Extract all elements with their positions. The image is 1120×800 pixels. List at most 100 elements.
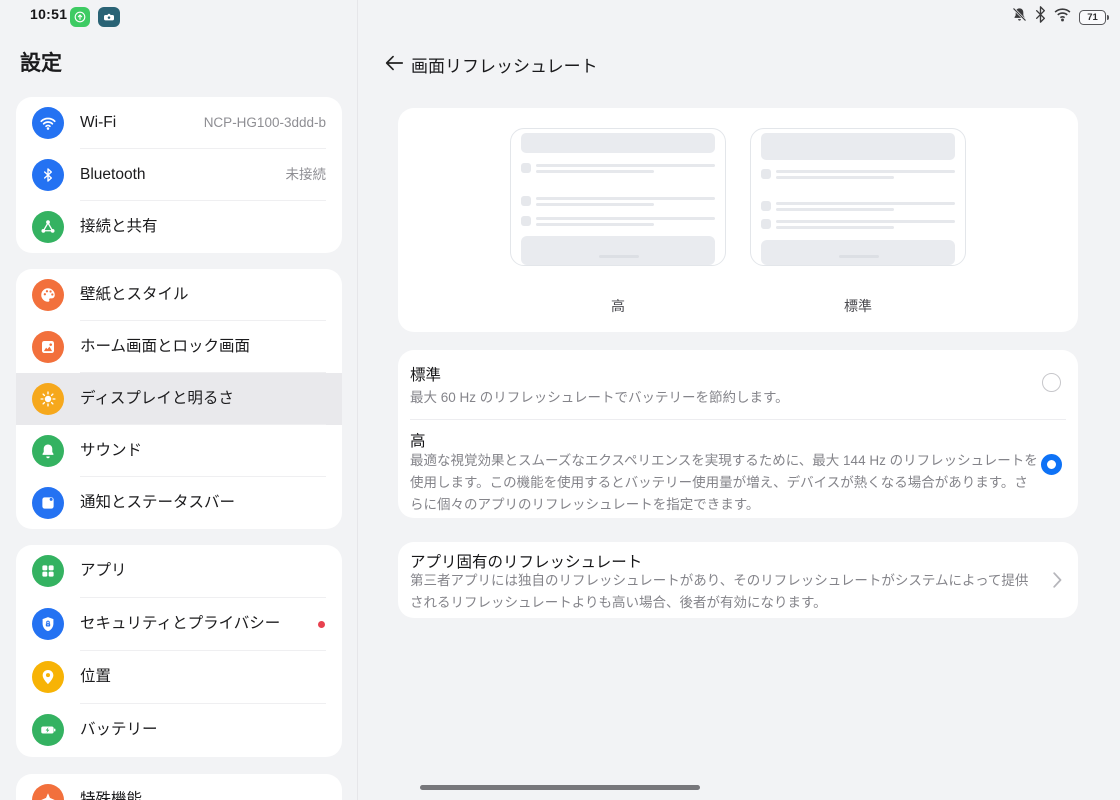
preview-high-label: 高 [611,298,625,314]
update-badge-icon [70,7,90,27]
preview-skeleton-line [776,226,894,229]
chevron-right-icon [1053,572,1062,593]
option-standard-description: 最大 60 Hz のリフレッシュレートでバッテリーを節約します。 [410,390,789,405]
preview-skeleton-line [776,220,955,223]
sidebar-item-battery[interactable]: バッテリー [16,704,342,757]
radio-standard[interactable] [1042,373,1061,392]
notification-dot [318,620,325,628]
preview-skeleton-footer [521,236,715,265]
preview-skeleton-line [536,223,654,226]
sidebar-item-label: サウンド [80,442,143,459]
preview-skeleton-line [536,203,654,206]
sidebar-item-location[interactable]: 位置 [16,651,342,704]
battery-icon [32,714,64,746]
sidebar-item-apps[interactable]: アプリ [16,545,342,598]
special-features-icon [32,784,64,800]
sidebar-item-label: 壁紙とスタイル [80,286,189,303]
sidebar-item-home-lock-screen[interactable]: ホーム画面とロック画面 [16,321,342,373]
preview-skeleton-line [776,208,894,211]
sidebar-item-label: Wi-Fi [80,114,117,131]
share-icon [32,211,64,243]
preview-skeleton-gesture [599,255,639,258]
sidebar-item-label: 特殊機能 [80,791,143,800]
status-time: 10:51 [30,6,68,22]
sidebar-item-connect-share[interactable]: 接続と共有 [16,201,342,253]
sidebar-item-label: 位置 [80,668,112,685]
sidebar-item-label: 接続と共有 [80,218,158,235]
bluetooth-status-value: 未接続 [285,167,327,182]
refresh-rate-preview-card: 高 標準 [398,108,1078,332]
preview-skeleton-line [776,202,955,205]
notification-icon [32,487,64,519]
preview-skeleton-line [536,197,715,200]
sidebar-group-personalization: 壁紙とスタイル ホーム画面とロック画面 ディスプレイと明るさ サウンド 通知とス… [16,269,342,529]
option-high-description: 最適な視覚効果とスムーズなエクスペリエンスを実現するために、最大 144 Hz … [410,453,1038,512]
wifi-status-icon [1053,7,1072,27]
sidebar-item-bluetooth[interactable]: Bluetooth 未接続 [16,149,342,201]
image-icon [32,331,64,363]
sidebar-item-special-features[interactable]: 特殊機能 [16,774,342,800]
bluetooth-status-icon [1035,6,1046,28]
wifi-network-value: NCP-HG100-3ddd-b [203,115,326,130]
radio-high[interactable] [1041,454,1062,475]
app-specific-title: アプリ固有のリフレッシュレート [410,554,643,571]
preview-skeleton-line [536,217,715,220]
wifi-icon [32,107,64,139]
refresh-rate-options-card: 標準 最大 60 Hz のリフレッシュレートでバッテリーを節約します。 高 最適… [398,350,1078,518]
location-pin-icon [32,661,64,693]
sidebar-item-wallpaper[interactable]: 壁紙とスタイル [16,269,342,321]
battery-indicator: 71 [1079,9,1109,25]
preview-skeleton-avatar [761,169,771,179]
sidebar-item-security-privacy[interactable]: セキュリティとプライバシー [16,598,342,651]
preview-skeleton-line [536,164,715,167]
mute-icon [1011,6,1028,28]
apps-grid-icon [32,555,64,587]
gesture-navigation-bar[interactable] [420,785,700,790]
preview-standard-label: 標準 [844,298,872,314]
sidebar-item-label: 通知とステータスバー [80,494,236,511]
status-icons: 71 [1011,6,1109,28]
sidebar-item-label: バッテリー [80,721,158,738]
palette-icon [32,279,64,311]
sidebar-item-display-brightness[interactable]: ディスプレイと明るさ [16,373,342,425]
pane-divider [357,0,358,800]
back-button[interactable] [381,50,407,76]
battery-percent: 71 [1087,11,1098,23]
preview-high[interactable] [510,128,726,266]
sidebar-item-label: アプリ [80,562,127,579]
preview-skeleton-header [761,133,955,160]
app-specific-refresh-card[interactable]: アプリ固有のリフレッシュレート 第三者アプリには独自のリフレッシュレートがあり、… [398,542,1078,618]
option-high-title: 高 [410,433,426,450]
sidebar-group-system: アプリ セキュリティとプライバシー 位置 バッテリー [16,545,342,757]
content-title: 画面リフレッシュレート [411,57,598,76]
preview-skeleton-avatar [521,216,531,226]
sidebar-item-sound[interactable]: サウンド [16,425,342,477]
preview-skeleton-line [776,176,894,179]
sidebar-item-notifications-statusbar[interactable]: 通知とステータスバー [16,477,342,529]
sidebar-item-label: ホーム画面とロック画面 [80,338,251,355]
preview-skeleton-line [776,170,955,173]
preview-skeleton-line [536,170,654,173]
sidebar-group-network: Wi-Fi NCP-HG100-3ddd-b Bluetooth 未接続 接続と… [16,97,342,253]
sidebar-item-label: Bluetooth [80,166,146,183]
preview-skeleton-avatar [521,163,531,173]
bell-icon [32,435,64,467]
preview-skeleton-gesture [839,255,879,258]
shield-lock-icon [32,608,64,640]
preview-skeleton-footer [761,240,955,265]
page-title: 設定 [20,52,62,75]
bluetooth-icon [32,159,64,191]
settings-screen: 10:51 71 設定 Wi-Fi NCP-HG100-3ddd-b Bluet… [0,0,1120,800]
app-notification-badge-icon [98,7,120,27]
sidebar-item-wifi[interactable]: Wi-Fi NCP-HG100-3ddd-b [16,97,342,149]
sun-icon [32,383,64,415]
preview-skeleton-avatar [761,201,771,211]
sidebar-group-features: 特殊機能 [16,774,342,800]
preview-skeleton-avatar [521,196,531,206]
preview-skeleton-avatar [761,219,771,229]
divider [410,419,1066,420]
app-specific-description: 第三者アプリには独自のリフレッシュレートがあり、そのリフレッシュレートがシステム… [410,573,1029,610]
preview-standard[interactable] [750,128,966,266]
preview-skeleton-header [521,133,715,153]
sidebar-item-label: セキュリティとプライバシー [80,615,281,632]
